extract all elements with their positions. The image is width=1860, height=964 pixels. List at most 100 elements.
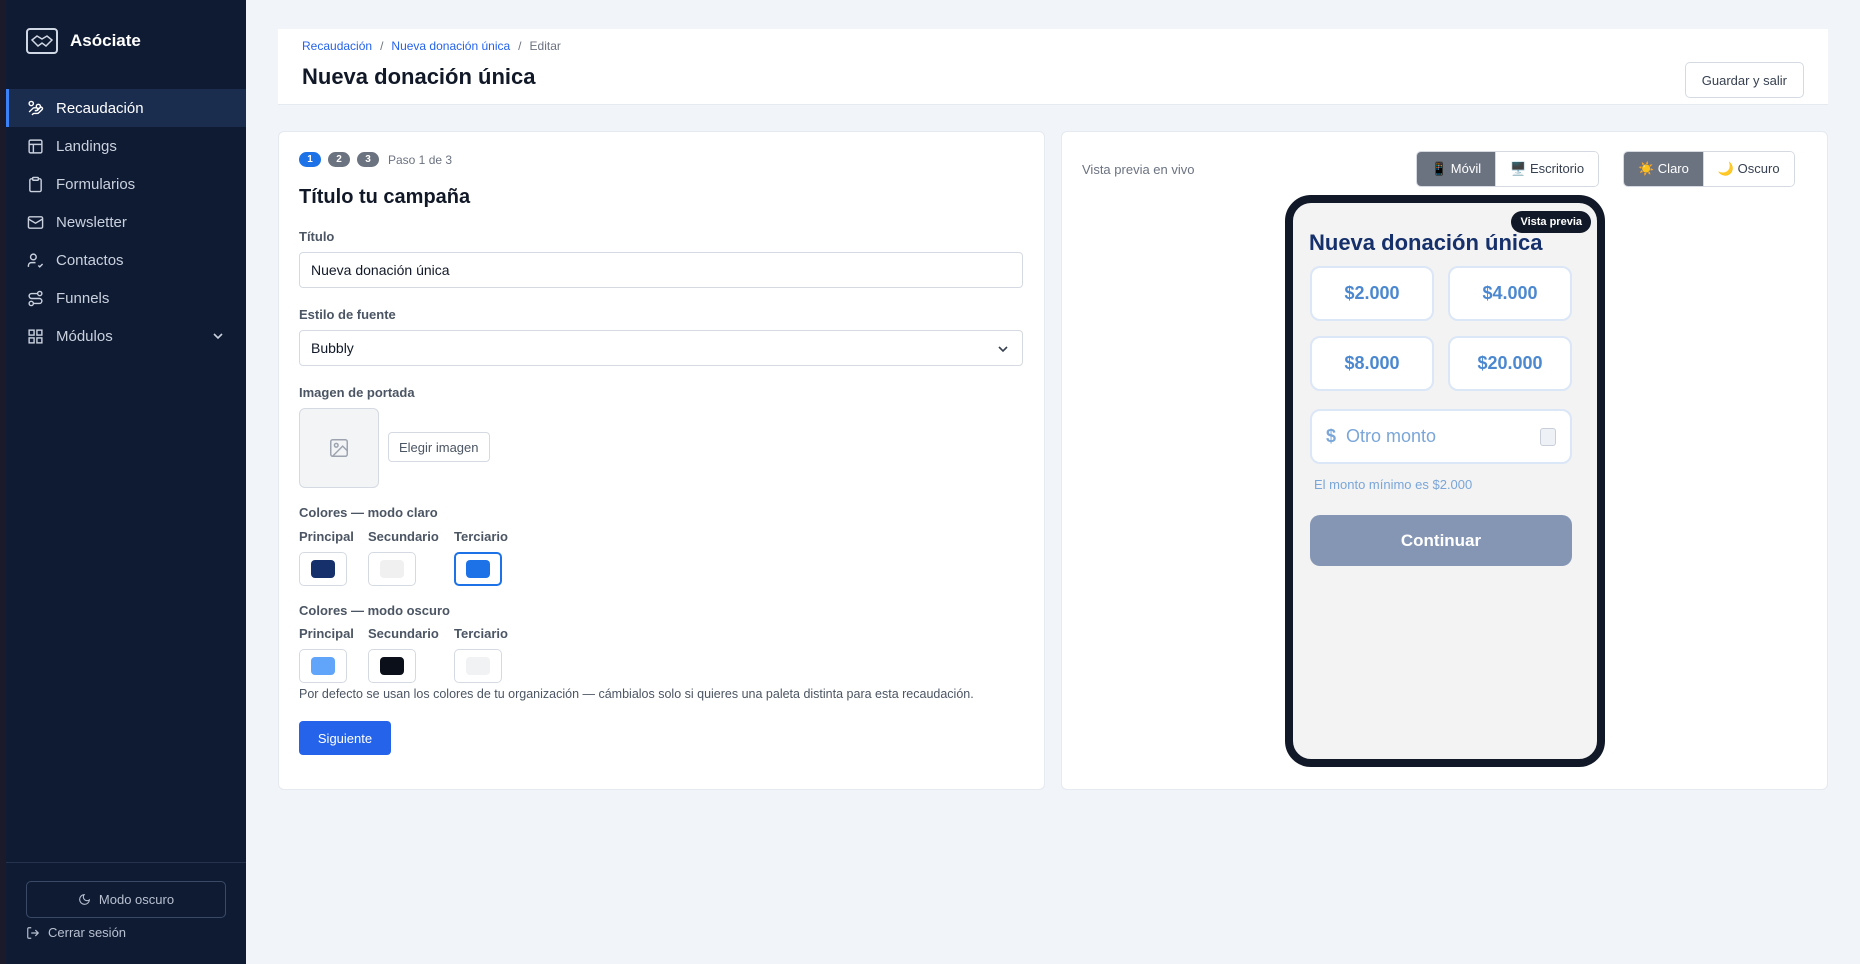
color-chip [311,560,335,578]
breadcrumb-campaign[interactable]: Nueva donación única [391,39,510,53]
save-exit-button[interactable]: Guardar y salir [1684,62,1804,98]
amount-option[interactable]: $2.000 [1310,266,1434,321]
light-primary-swatch[interactable] [299,552,347,586]
phone-preview: Vista previa Nueva donación única $2.000… [1285,195,1605,767]
dark-secondary-label: Secundario [368,626,439,641]
image-icon [330,439,348,457]
light-secondary-label: Secundario [368,529,439,544]
desktop-toggle-button[interactable]: 🖥️ Escritorio [1495,152,1599,186]
sidebar-footer: Modo oscuro Cerrar sesión [6,862,246,940]
dark-tertiary-label: Terciario [454,626,508,641]
route-icon [26,289,44,307]
preview-title: Nueva donación única [1309,230,1543,255]
sidebar-item-label: Landings [56,137,117,155]
amount-option[interactable]: $4.000 [1448,266,1572,321]
live-preview-panel: Vista previa en vivo 📱 Móvil 🖥️ Escritor… [1061,131,1828,790]
dark-mode-label: Modo oscuro [98,892,175,907]
handshake-logo-icon [26,28,58,54]
section-title: Título tu campaña [299,186,471,208]
breadcrumb-recaudacion[interactable]: Recaudación [302,39,372,53]
light-colors-label: Colores — modo claro [299,505,438,520]
sidebar-item-label: Formularios [56,175,136,193]
sidebar-item-label: Newsletter [56,213,127,231]
dark-secondary-swatch[interactable] [368,649,416,683]
dark-theme-button[interactable]: 🌙 Oscuro [1702,152,1794,186]
title-label: Título [299,229,335,244]
dark-colors-label: Colores — modo oscuro [299,603,450,618]
font-style-value: Bubbly [311,340,354,356]
color-chip [466,657,490,675]
sidebar-item-recaudacion[interactable]: Recaudación [6,89,246,127]
logout-icon [27,926,40,939]
light-secondary-swatch[interactable] [368,552,416,586]
title-input[interactable]: Nueva donación única [299,252,1023,288]
amount-option[interactable]: $8.000 [1310,336,1434,391]
light-primary-label: Principal [299,529,354,544]
brand[interactable]: Asóciate [26,28,141,54]
logout-label: Cerrar sesión [48,925,127,940]
color-chip [466,560,490,578]
step-text: Paso 1 de 3 [388,152,453,167]
other-amount-placeholder: Otro monto [1346,426,1437,446]
other-amount-input[interactable]: $ Otro monto [1310,409,1572,464]
next-button[interactable]: Siguiente [299,721,391,755]
light-tertiary-swatch[interactable] [454,552,502,586]
breadcrumb: Recaudación / Nueva donación única / Edi… [302,39,561,53]
preview-label: Vista previa en vivo [1082,162,1195,177]
font-style-select[interactable]: Bubbly [299,330,1023,366]
light-theme-button[interactable]: ☀️ Claro [1624,152,1703,186]
number-spinner-icon[interactable] [1540,428,1556,446]
sidebar-item-newsletter[interactable]: Newsletter [6,203,246,241]
sidebar-item-modulos[interactable]: Módulos [6,317,246,355]
breadcrumb-current: Editar [529,39,561,53]
dark-tertiary-swatch[interactable] [454,649,502,683]
currency-symbol: $ [1326,426,1337,446]
chevron-down-icon[interactable] [212,330,224,342]
cover-image-placeholder[interactable] [299,408,379,488]
user-check-icon [26,251,44,269]
sidebar-item-formularios[interactable]: Formularios [6,165,246,203]
sidebar-item-funnels[interactable]: Funnels [6,279,246,317]
minimum-amount-note: El monto mínimo es $2.000 [1314,477,1473,492]
dark-primary-swatch[interactable] [299,649,347,683]
layout-icon [26,137,44,155]
cover-image-label: Imagen de portada [299,385,415,400]
mail-icon [26,213,44,231]
color-chip [380,560,404,578]
breadcrumb-separator: / [518,39,522,53]
breadcrumb-separator: / [380,39,384,53]
step-indicator: 1 2 3 Paso 1 de 3 [299,152,452,167]
step-3-pill[interactable]: 3 [357,152,379,167]
campaign-form: 1 2 3 Paso 1 de 3 Título tu campaña Títu… [278,131,1045,790]
device-toggle: 📱 Móvil 🖥️ Escritorio [1416,151,1600,187]
mobile-toggle-button[interactable]: 📱 Móvil [1417,152,1496,186]
sidebar-nav: Recaudación Landings Formularios Newslet… [6,89,246,355]
sidebar-item-contactos[interactable]: Contactos [6,241,246,279]
dark-mode-button[interactable]: Modo oscuro [26,881,226,918]
light-tertiary-label: Terciario [454,529,508,544]
theme-toggle: ☀️ Claro 🌙 Oscuro [1623,151,1795,187]
dark-primary-label: Principal [299,626,354,641]
color-chip [380,657,404,675]
sidebar-item-label: Módulos [56,327,113,345]
amount-option[interactable]: $20.000 [1448,336,1572,391]
logout-link[interactable]: Cerrar sesión [26,925,126,940]
page-title: Nueva donación única [302,64,536,89]
hand-coins-icon [26,99,44,117]
font-style-label: Estilo de fuente [299,307,396,322]
chevron-down-icon [998,346,1008,353]
step-2-pill[interactable]: 2 [328,152,350,167]
brand-name: Asóciate [70,31,141,50]
grid-icon [26,327,44,345]
choose-image-button[interactable]: Elegir imagen [388,432,490,462]
color-chip [311,657,335,675]
sidebar-item-landings[interactable]: Landings [6,127,246,165]
sidebar: Asóciate Recaudación Landings Formulario… [0,0,246,964]
page-header: Recaudación / Nueva donación única / Edi… [278,29,1828,105]
moon-icon [79,893,90,905]
sidebar-item-label: Funnels [56,289,110,307]
sidebar-item-label: Contactos [56,251,124,269]
continue-button[interactable]: Continuar [1310,515,1572,566]
colors-help-text: Por defecto se usan los colores de tu or… [299,687,974,701]
step-1-pill[interactable]: 1 [299,152,321,167]
